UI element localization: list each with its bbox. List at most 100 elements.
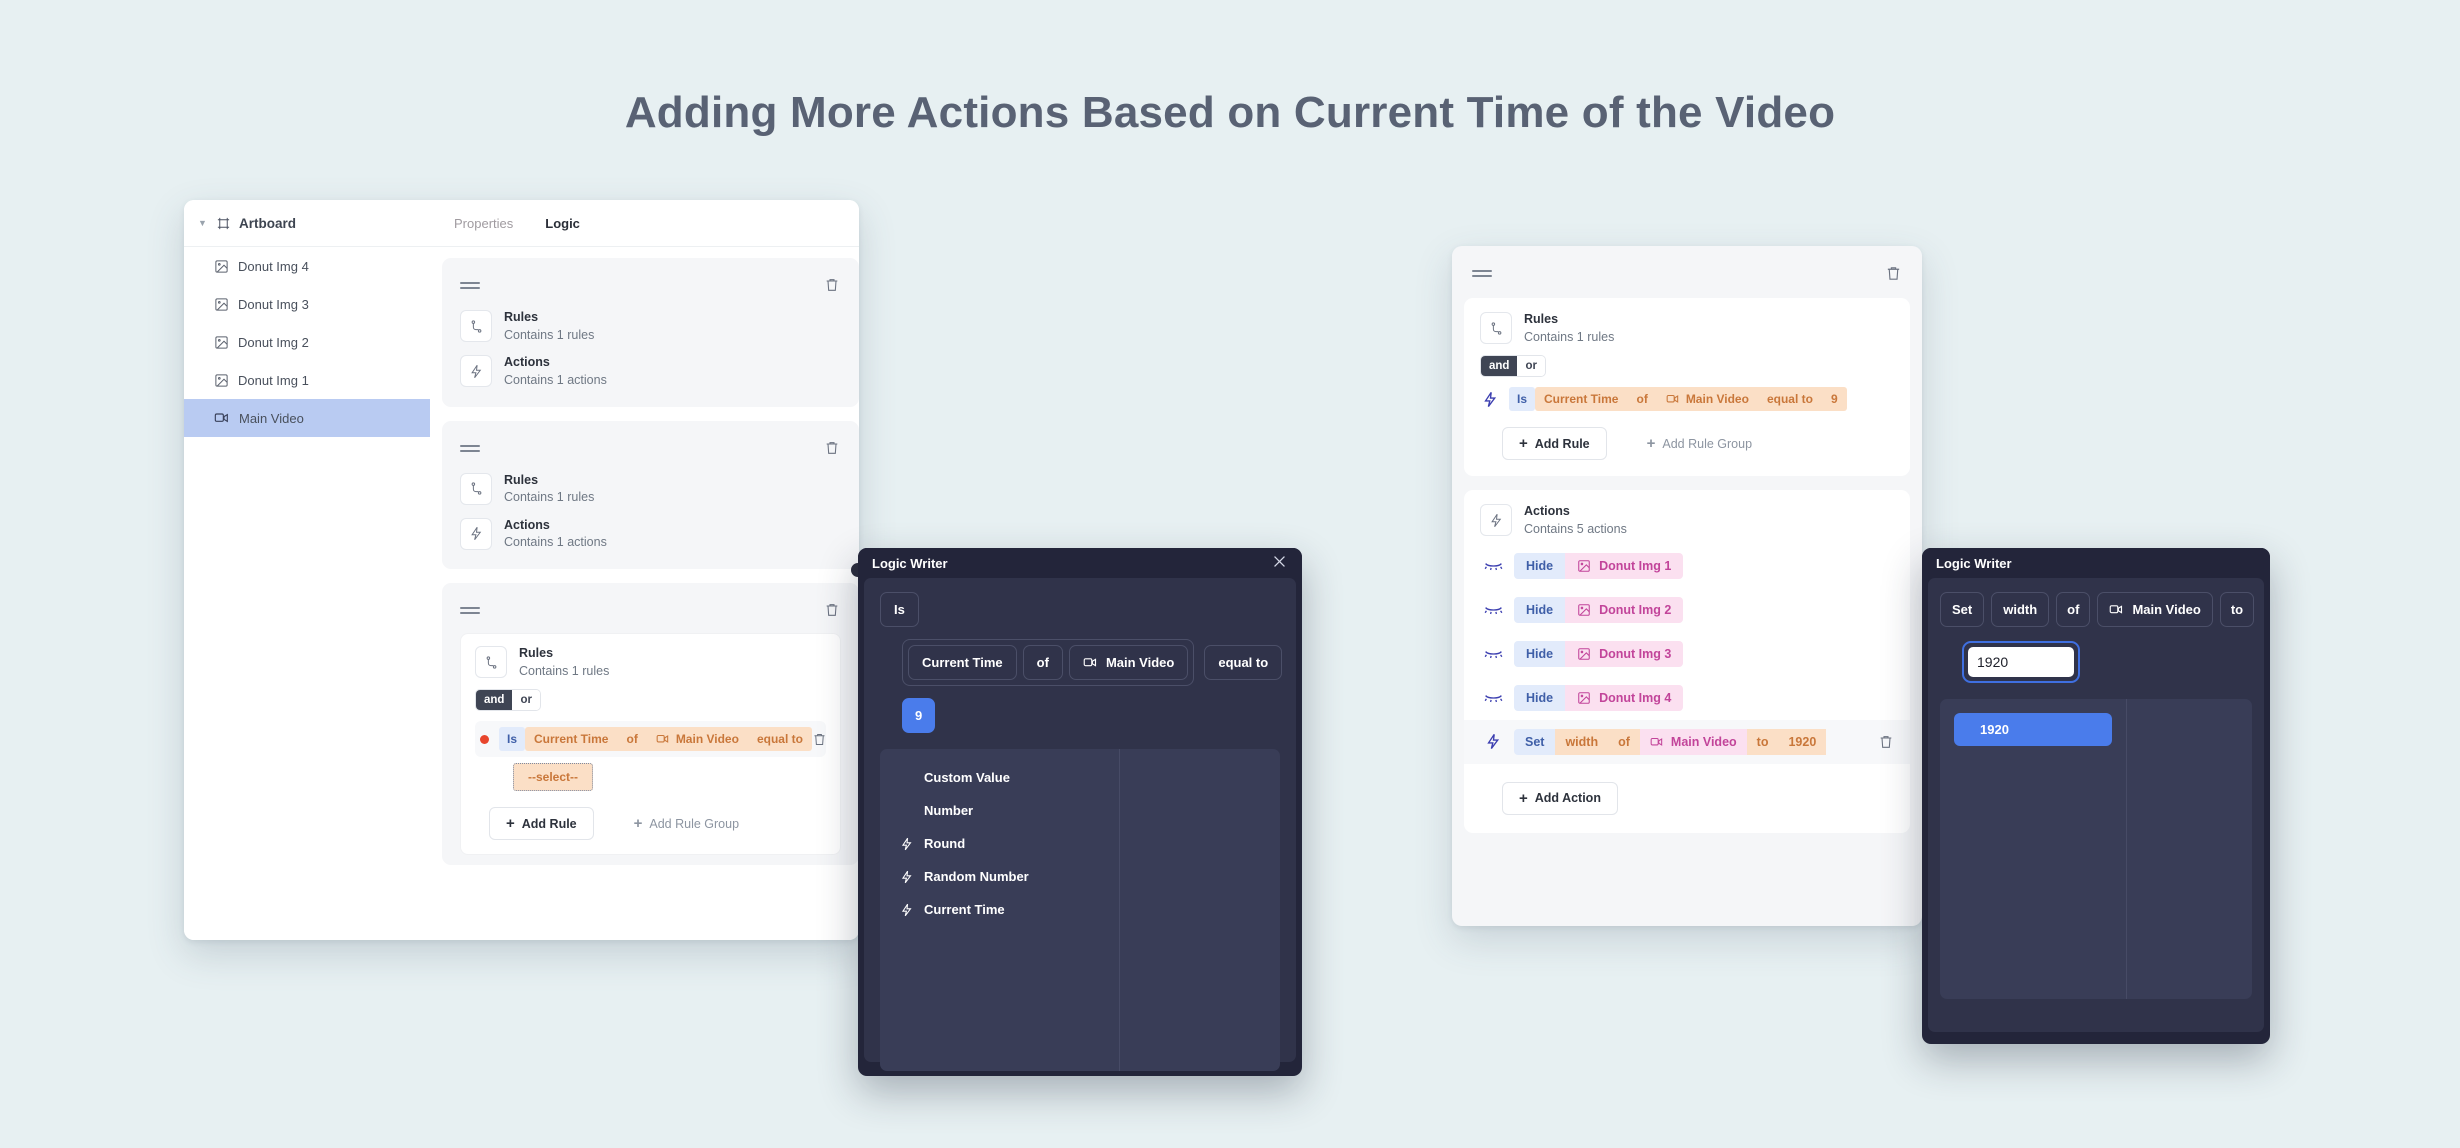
tree-item-donut-img-1[interactable]: Donut Img 1 [184,361,430,399]
dropdown-item-selected[interactable]: 1920 [1954,713,2113,746]
action-target[interactable]: Donut Img 1 [1565,552,1684,579]
token-is[interactable]: Is [880,592,919,627]
token-of[interactable]: of [1022,645,1063,680]
actions-section[interactable]: Actions Contains 1 actions [460,517,841,551]
action-target[interactable]: Donut Img 4 [1565,684,1684,711]
action-target[interactable]: Main Video [1639,728,1747,755]
rule-target[interactable]: Main Video [1657,387,1758,411]
tree-item-donut-img-3[interactable]: Donut Img 3 [184,285,430,323]
tree-item-donut-img-2[interactable]: Donut Img 2 [184,323,430,361]
chevron-down-icon[interactable]: ▼ [198,218,212,228]
rule-expression-chip[interactable]: Current Time of Main Video equal to [525,727,812,752]
action-row[interactable]: Hide Donut Img 3 [1480,632,1894,676]
actions-section[interactable]: Actions Contains 1 actions [460,355,841,388]
artboard-label: Artboard [239,215,296,231]
rule-value-select[interactable]: --select-- [513,763,594,792]
dropdown-item-current-time[interactable]: Current Time [880,893,1119,926]
actions-detail-card: Actions Contains 5 actions Hide Donut Im… [1464,490,1910,833]
action-verb[interactable]: Hide [1514,684,1566,711]
error-dot-icon [480,734,489,744]
delete-icon[interactable] [1884,263,1902,283]
dropdown-item-round[interactable]: Round [880,827,1119,860]
action-row[interactable]: Hide Donut Img 4 [1480,676,1894,720]
and-or-toggle[interactable]: and or [475,689,541,712]
right-logic-panel: Rules Contains 1 rules and or Is Current… [1452,246,1922,926]
action-row[interactable]: Hide Donut Img 2 [1480,588,1894,632]
action-verb[interactable]: Hide [1514,596,1566,623]
rule-is-chip[interactable]: Is [499,727,526,752]
add-rule-button[interactable]: + Add Rule [489,807,594,841]
delete-icon[interactable] [823,275,841,295]
dropdown-item-random-number[interactable]: Random Number [880,860,1119,893]
delete-action-icon[interactable] [1878,733,1894,751]
drag-handle-icon[interactable] [1472,267,1492,279]
bolt-icon [1480,504,1512,537]
action-row-set[interactable]: Set width of Main Video to 1920 [1464,719,1910,764]
rules-section[interactable]: Rules Contains 1 rules [460,472,841,506]
add-rule-label: Add Rule [1534,436,1590,451]
rule-target[interactable]: Main Video [647,727,748,751]
operator-or[interactable]: or [1517,356,1545,377]
add-rule-button[interactable]: + Add Rule [1502,427,1607,461]
token-main-video[interactable]: Main Video [1068,645,1189,680]
rule-property[interactable]: Current Time [1535,387,1627,411]
dropdown-item-custom-value[interactable]: Custom Value [880,761,1119,794]
token-main-video[interactable]: Main Video [2097,592,2213,627]
value-input[interactable] [1968,647,2074,677]
add-rule-group-button[interactable]: + Add Rule Group [1647,436,1752,451]
rules-section[interactable]: Rules Contains 1 rules [475,646,826,679]
close-icon[interactable] [1271,553,1288,574]
action-to: to [1746,728,1779,755]
bolt-icon [900,903,915,917]
tab-properties[interactable]: Properties [454,216,513,231]
artboard-header[interactable]: ▼ Artboard [184,200,430,247]
action-row[interactable]: Hide Donut Img 1 [1480,544,1894,588]
delete-icon[interactable] [823,438,841,458]
delete-icon[interactable] [823,600,841,620]
rule-property[interactable]: Current Time [525,727,617,751]
dropdown-item-number[interactable]: Number [880,794,1119,827]
token-width[interactable]: width [1991,592,2050,627]
rule-value[interactable]: 9 [1822,387,1847,411]
delete-rule-icon[interactable] [812,729,827,749]
operator-and[interactable]: and [1481,356,1518,377]
rule-row[interactable]: Is Current Time of Main Video equal to 9 [1480,387,1894,412]
action-verb[interactable]: Hide [1514,552,1566,579]
action-value[interactable]: 1920 [1778,728,1827,755]
token-set[interactable]: Set [1940,592,1985,627]
rules-section[interactable]: Rules Contains 1 rules [1480,312,1894,345]
actions-section[interactable]: Actions Contains 5 actions [1480,504,1894,537]
action-property[interactable]: width [1555,728,1609,755]
plus-icon: + [1519,435,1528,453]
rule-expression-chip[interactable]: Current Time of Main Video equal to 9 [1535,387,1847,412]
drag-handle-icon[interactable] [460,442,480,454]
operator-and[interactable]: and [476,690,513,711]
image-icon [214,297,229,312]
token-to[interactable]: to [2219,592,2255,627]
rules-section[interactable]: Rules Contains 1 rules [460,310,841,343]
operator-or[interactable]: or [512,690,540,711]
token-value[interactable]: 9 [902,698,936,733]
token-of[interactable]: of [2056,592,2091,627]
token-comparator[interactable]: equal to [1204,645,1283,680]
artboard-icon [216,216,231,231]
tree-item-main-video[interactable]: Main Video [184,399,430,437]
tab-logic[interactable]: Logic [545,216,580,231]
rule-comparator[interactable]: equal to [748,727,812,751]
rule-row[interactable]: Is Current Time of Main Video equal to [475,721,827,758]
add-action-button[interactable]: + Add Action [1502,781,1618,815]
action-verb[interactable]: Set [1514,728,1556,755]
action-verb[interactable]: Hide [1514,640,1566,667]
rule-actions-row: + Add Rule + Add Rule Group [475,807,826,841]
tree-item-donut-img-4[interactable]: Donut Img 4 [184,247,430,285]
drag-handle-icon[interactable] [460,279,480,291]
rule-comparator[interactable]: equal to [1758,387,1822,411]
and-or-toggle[interactable]: and or [1480,355,1546,378]
drag-handle-icon[interactable] [460,604,480,616]
add-action-label: Add Action [1534,791,1601,805]
action-target[interactable]: Donut Img 3 [1565,640,1684,667]
add-rule-group-button[interactable]: + Add Rule Group [634,816,739,831]
rule-is-chip[interactable]: Is [1509,387,1536,412]
action-target[interactable]: Donut Img 2 [1565,596,1684,623]
token-current-time[interactable]: Current Time [908,645,1017,680]
